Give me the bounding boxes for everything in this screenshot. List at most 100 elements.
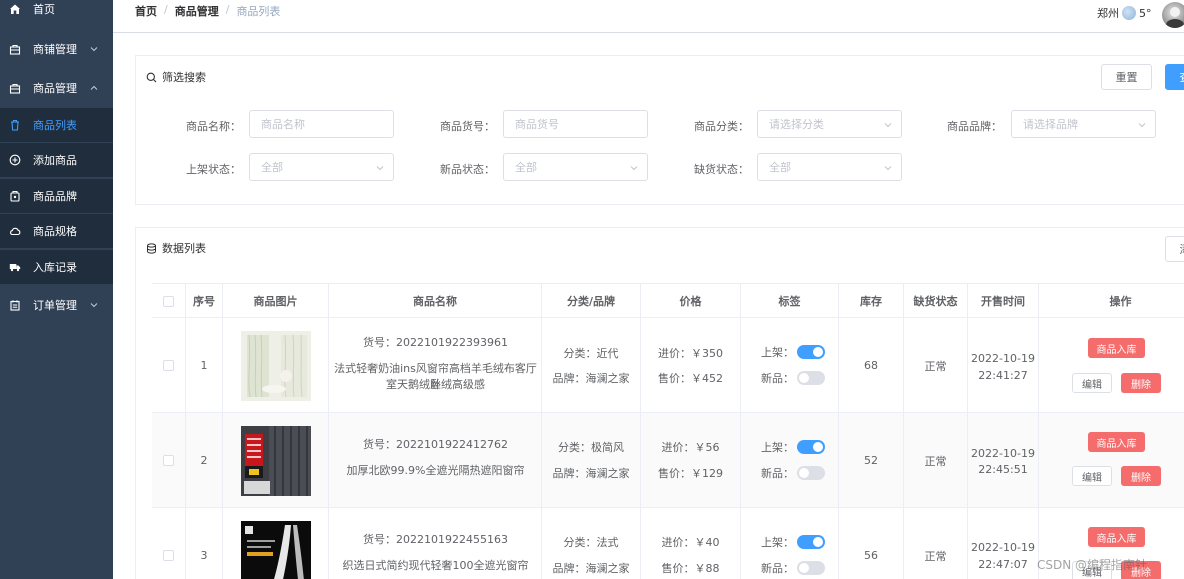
new-toggle-row: 新品： <box>761 560 825 576</box>
sale-time-cell: 2022-10-19 22:45:51 <box>968 413 1039 508</box>
delete-button[interactable]: 删除 <box>1121 466 1161 486</box>
sale-time: 22:41:27 <box>978 369 1028 382</box>
filter-header: 筛选搜索 <box>146 69 206 85</box>
sidebar-item-home[interactable]: 首页 <box>0 0 113 26</box>
sidebar-item-label: 商铺管理 <box>33 43 77 56</box>
stock-in-button[interactable]: 商品入库 <box>1088 432 1145 452</box>
stock-in-button[interactable]: 商品入库 <box>1088 527 1145 547</box>
chevron-up-icon <box>90 85 98 90</box>
goods-name-label: 商品名称： <box>186 120 241 133</box>
edit-button[interactable]: 编辑 <box>1072 373 1112 393</box>
order-icon <box>9 299 21 311</box>
product-name: 加厚北欧99.9%全遮光隔热遮阳窗帘 <box>346 464 525 477</box>
goods-table: 序号 商品图片 商品名称 分类/品牌 价格 标签 库存 缺货状态 开售时间 操作… <box>152 283 1184 579</box>
tags-cell: 上架： 新品： <box>741 508 839 579</box>
delete-button[interactable]: 删除 <box>1121 373 1161 393</box>
stockout-status: 正常 <box>904 413 968 508</box>
table-row: 1 货号：2022101922393961 法式轻奢奶油ins风窗帘高档羊毛绒布… <box>152 318 1184 413</box>
goods-category-select[interactable]: 请选择分类 <box>757 110 902 138</box>
row-index: 3 <box>186 508 223 579</box>
brand-icon <box>9 190 21 202</box>
stock-in-button[interactable]: 商品入库 <box>1088 338 1145 358</box>
select-all-checkbox[interactable] <box>163 295 174 307</box>
tags-cell: 上架： 新品： <box>741 413 839 508</box>
new-toggle-row: 新品： <box>761 465 825 481</box>
trash-list-icon <box>9 119 21 131</box>
new-toggle-row: 新品： <box>761 370 825 386</box>
sale-time: 22:47:07 <box>978 558 1028 571</box>
product-image <box>240 520 311 579</box>
product-name-continued: 室天鹅绒丝绒高级感 <box>386 378 485 391</box>
sale-time: 22:45:51 <box>978 463 1028 476</box>
column-header: 库存 <box>839 284 904 318</box>
stock-count: 56 <box>839 508 904 579</box>
sidebar-item-orders[interactable]: 订单管理 <box>0 288 113 322</box>
new-toggle-label: 新品： <box>761 467 794 480</box>
product-brand: 品牌：海澜之家 <box>552 467 630 480</box>
goods-brand-select[interactable]: 请选择品牌 <box>1011 110 1156 138</box>
add-button[interactable]: 添 <box>1165 236 1184 262</box>
shelf-toggle[interactable] <box>797 535 825 549</box>
sidebar-item-shop[interactable]: 商铺管理 <box>0 32 113 66</box>
avatar[interactable] <box>1162 2 1184 28</box>
shelf-toggle-row: 上架： <box>761 439 825 455</box>
new-toggle[interactable] <box>797 466 825 480</box>
goods-name-input[interactable]: 商品名称 <box>249 110 394 138</box>
cloud-icon <box>9 225 21 237</box>
sidebar-item-add-goods[interactable]: 添加商品 <box>0 143 113 177</box>
sidebar-item-goods[interactable]: 商品管理 <box>0 71 113 105</box>
sidebar-item-label: 商品品牌 <box>33 190 77 203</box>
query-button[interactable]: 查 <box>1165 64 1184 90</box>
row-checkbox[interactable] <box>163 360 174 371</box>
reset-button[interactable]: 重置 <box>1101 64 1152 90</box>
goods-category-label: 商品分类： <box>694 120 749 133</box>
column-header: 标签 <box>741 284 839 318</box>
sidebar-item-stock-records[interactable]: 入库记录 <box>0 250 113 284</box>
select-all-cell <box>152 284 186 318</box>
chevron-down-icon <box>1138 123 1146 128</box>
new-toggle-label: 新品： <box>761 372 794 385</box>
shelf-status-select[interactable]: 全部 <box>249 153 394 181</box>
sale-price: 售价：￥88 <box>661 562 720 575</box>
shelf-toggle[interactable] <box>797 345 825 359</box>
table-row: 3 货号：2022101922455163 织选日式简约现代轻奢100全遮光窗帘… <box>152 508 1184 579</box>
breadcrumb-goods-manage[interactable]: 商品管理 <box>175 3 219 19</box>
chevron-down-icon <box>884 166 892 171</box>
sale-time-cell: 2022-10-19 22:41:27 <box>968 318 1039 413</box>
column-header: 开售时间 <box>968 284 1039 318</box>
breadcrumb: 首页 / 商品管理 / 商品列表 <box>135 3 280 19</box>
goods-sku-input[interactable]: 商品货号 <box>503 110 648 138</box>
sidebar-item-label: 商品规格 <box>33 225 77 238</box>
breadcrumb-home[interactable]: 首页 <box>135 3 157 19</box>
chevron-down-icon <box>884 123 892 128</box>
edit-button[interactable]: 编辑 <box>1072 466 1112 486</box>
sale-time-cell: 2022-10-19 22:47:07 <box>968 508 1039 579</box>
sidebar-item-goods-list[interactable]: 商品列表 <box>0 108 113 142</box>
row-checkbox[interactable] <box>163 550 174 561</box>
product-image-cell <box>223 318 329 413</box>
weather-temperature: 5° <box>1139 6 1152 20</box>
sidebar: 首页 商铺管理 商品管理 商品列表 添加商品 商品品牌 商品规格 入库记录 订单… <box>0 0 113 579</box>
shelf-status-label: 上架状态： <box>186 163 241 176</box>
sidebar-item-spec[interactable]: 商品规格 <box>0 214 113 248</box>
goods-icon <box>9 82 21 94</box>
column-header: 商品名称 <box>329 284 542 318</box>
product-sku: 货号：2022101922455163 <box>363 533 508 546</box>
price-cell: 进价：￥56 售价：￥129 <box>641 413 741 508</box>
stock-count: 68 <box>839 318 904 413</box>
stockout-status-label: 缺货状态： <box>694 163 749 176</box>
row-checkbox[interactable] <box>163 455 174 466</box>
shelf-toggle-row: 上架： <box>761 534 825 550</box>
stockout-status: 正常 <box>904 318 968 413</box>
goods-brand-label: 商品品牌： <box>947 120 1002 133</box>
new-toggle[interactable] <box>797 371 825 385</box>
breadcrumb-separator: / <box>225 3 230 16</box>
new-status-select[interactable]: 全部 <box>503 153 648 181</box>
stockout-status-select[interactable]: 全部 <box>757 153 902 181</box>
new-toggle[interactable] <box>797 561 825 575</box>
chevron-down-icon <box>90 303 98 308</box>
sidebar-item-label: 商品管理 <box>33 82 77 95</box>
sidebar-item-brand[interactable]: 商品品牌 <box>0 179 113 213</box>
row-index: 2 <box>186 413 223 508</box>
shelf-toggle[interactable] <box>797 440 825 454</box>
